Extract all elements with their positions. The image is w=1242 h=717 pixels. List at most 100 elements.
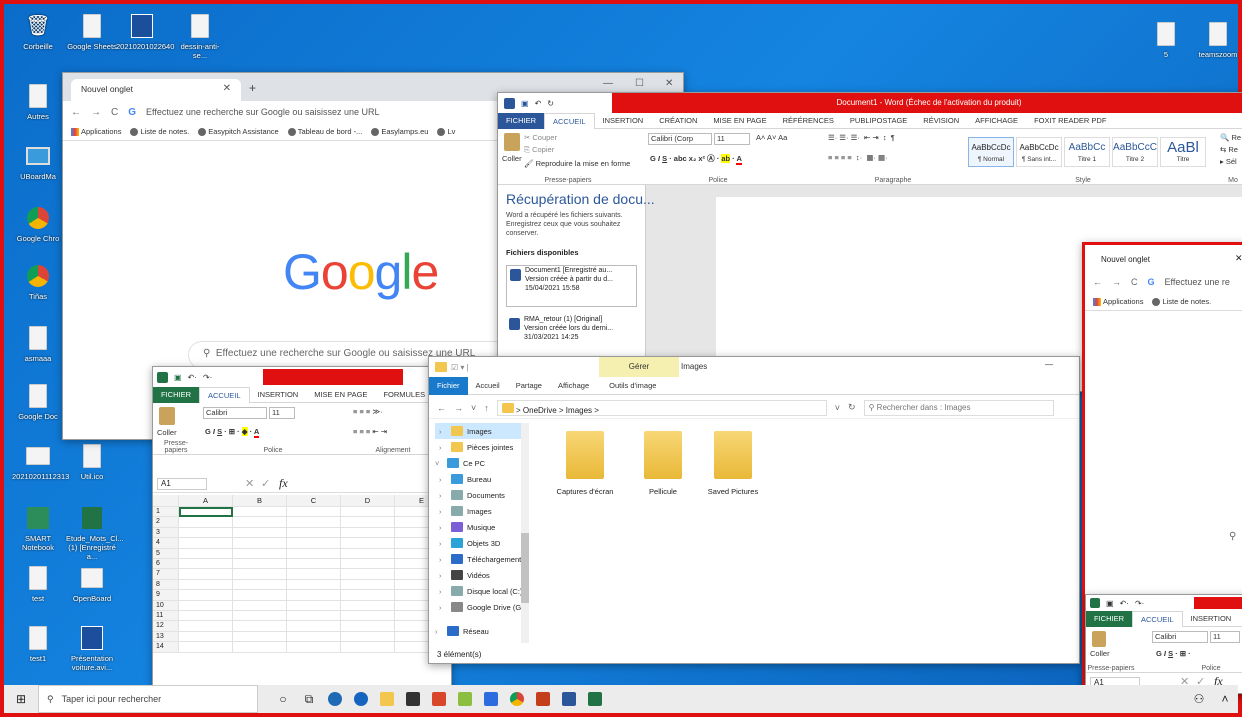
- enter-icon[interactable]: ✓: [261, 477, 270, 490]
- font-size-select[interactable]: 11: [714, 133, 750, 145]
- cell[interactable]: [233, 559, 287, 570]
- cell[interactable]: [179, 621, 233, 632]
- font-name-select[interactable]: Calibri: [203, 407, 267, 419]
- ribbon-tab[interactable]: INSERTION: [250, 390, 307, 399]
- style-gallery-item[interactable]: AaBl Titre: [1160, 137, 1206, 167]
- row-header[interactable]: 1: [153, 507, 179, 518]
- store-icon[interactable]: [400, 685, 426, 713]
- ribbon-tab[interactable]: RÉFÉRENCES: [775, 116, 842, 125]
- desktop-icon[interactable]: Tiñas: [12, 262, 64, 301]
- column-header[interactable]: D: [341, 495, 395, 507]
- task-view-icon[interactable]: ⧉: [296, 685, 322, 713]
- style-gallery-item[interactable]: AaBbCcC Titre 2: [1112, 137, 1158, 167]
- cell[interactable]: [287, 600, 341, 611]
- minimize-icon[interactable]: —: [603, 78, 613, 89]
- desktop-icon[interactable]: dessin-anti-se...: [174, 12, 226, 60]
- desktop-icon[interactable]: test1: [12, 624, 64, 663]
- font-format-icons[interactable]: G I S · ⊞ · ◆ · A: [205, 427, 260, 438]
- cell[interactable]: [233, 642, 287, 653]
- cell[interactable]: [287, 579, 341, 591]
- save-icon[interactable]: ▣: [1106, 599, 1114, 608]
- cell[interactable]: [179, 548, 233, 559]
- cell[interactable]: [179, 559, 233, 570]
- ribbon-tab[interactable]: Affichage: [550, 381, 597, 390]
- row-header[interactable]: 11: [153, 611, 179, 622]
- column-header[interactable]: A: [179, 495, 233, 507]
- nav-item[interactable]: › Réseau: [435, 623, 525, 639]
- cell[interactable]: [341, 517, 395, 528]
- nav-item[interactable]: › Documents: [435, 487, 525, 503]
- desktop-icon[interactable]: Etude_Mots_Cl... (1) [Enregistré a...: [66, 504, 124, 561]
- font-name-select[interactable]: Calibri (Corp: [648, 133, 712, 145]
- style-gallery-item[interactable]: AaBbCc Titre 1: [1064, 137, 1110, 167]
- ribbon-tab[interactable]: MISE EN PAGE: [705, 116, 774, 125]
- cell[interactable]: [287, 621, 341, 632]
- forward-icon[interactable]: →: [91, 107, 101, 118]
- paste-icon[interactable]: [504, 133, 520, 151]
- save-icon[interactable]: ▣: [521, 99, 529, 108]
- cell[interactable]: [233, 631, 287, 643]
- nav-item[interactable]: › Disque local (C:): [435, 583, 525, 599]
- cell[interactable]: [287, 569, 341, 580]
- cell[interactable]: [233, 548, 287, 559]
- undo-icon[interactable]: ↶·: [188, 373, 197, 382]
- ribbon-tab[interactable]: RÉVISION: [915, 116, 967, 125]
- column-header[interactable]: C: [287, 495, 341, 507]
- paste-icon[interactable]: [1092, 631, 1106, 647]
- redo-icon[interactable]: ↷·: [1135, 599, 1144, 608]
- expand-chevron-icon[interactable]: ›: [439, 491, 447, 500]
- cell[interactable]: [287, 642, 341, 653]
- back-icon[interactable]: ←: [71, 107, 81, 118]
- cell[interactable]: [341, 600, 395, 611]
- row-header[interactable]: 3: [153, 527, 179, 539]
- cell[interactable]: [233, 611, 287, 622]
- nav-item[interactable]: › Images: [435, 423, 525, 439]
- bookmark-item[interactable]: Liste de notes.: [1152, 297, 1211, 306]
- cell[interactable]: [341, 642, 395, 653]
- row-header[interactable]: 2: [153, 517, 179, 528]
- nav-item[interactable]: › Musique: [435, 519, 525, 535]
- paint-icon[interactable]: [452, 685, 478, 713]
- ribbon-tab[interactable]: Partage: [508, 381, 550, 390]
- cell[interactable]: [341, 590, 395, 601]
- cell[interactable]: [179, 611, 233, 622]
- nav-item[interactable]: › Vidéos: [435, 567, 525, 583]
- cell[interactable]: [341, 631, 395, 643]
- folder-tile[interactable]: Captures d'écran: [547, 431, 623, 496]
- desktop-icon[interactable]: 20210201022640: [116, 12, 174, 51]
- fx-icon[interactable]: fx: [279, 476, 288, 491]
- expand-chevron-icon[interactable]: ›: [439, 539, 447, 548]
- desktop-icon[interactable]: asmaaa: [12, 324, 64, 363]
- cell[interactable]: [341, 579, 395, 591]
- folder-tile[interactable]: Pellicule: [625, 431, 701, 496]
- expand-chevron-icon[interactable]: ›: [439, 443, 447, 452]
- folder-tile[interactable]: Saved Pictures: [695, 431, 771, 496]
- cell[interactable]: [179, 507, 233, 518]
- row-header[interactable]: 5: [153, 548, 179, 559]
- cell[interactable]: [233, 600, 287, 611]
- ribbon-tab[interactable]: ACCUEIL: [199, 386, 250, 403]
- bookmark-item[interactable]: Applications: [1093, 297, 1143, 306]
- cell[interactable]: [233, 527, 287, 539]
- back-icon[interactable]: ←: [437, 403, 446, 413]
- cell[interactable]: [233, 579, 287, 591]
- list-icons[interactable]: ☰· ☰· ☰· ⇤ ⇥ ↕ ¶: [828, 133, 895, 142]
- column-header[interactable]: B: [233, 495, 287, 507]
- cell[interactable]: [341, 569, 395, 580]
- expand-chevron-icon[interactable]: ›: [439, 507, 447, 516]
- desktop-icon[interactable]: 20210201112313: [12, 442, 69, 481]
- ribbon-tab[interactable]: INSERTION: [595, 116, 652, 125]
- nav-item[interactable]: › Pièces jointes: [435, 439, 525, 455]
- ribbon-tab[interactable]: FICHIER: [1086, 610, 1132, 627]
- cortana-icon[interactable]: ○: [270, 685, 296, 713]
- nav-item[interactable]: › Bureau: [435, 471, 525, 487]
- ribbon-tab[interactable]: Fichier: [429, 376, 468, 395]
- select-button[interactable]: ▸ Sél: [1220, 157, 1237, 166]
- new-tab-button[interactable]: +: [249, 81, 256, 95]
- maximize-icon[interactable]: ☐: [635, 78, 644, 89]
- cell[interactable]: [287, 527, 341, 539]
- bookmark-item[interactable]: Easylamps.eu: [371, 127, 428, 136]
- row-header[interactable]: 6: [153, 559, 179, 570]
- forward-icon[interactable]: →: [1112, 277, 1121, 287]
- undo-icon[interactable]: ↶·: [1120, 599, 1129, 608]
